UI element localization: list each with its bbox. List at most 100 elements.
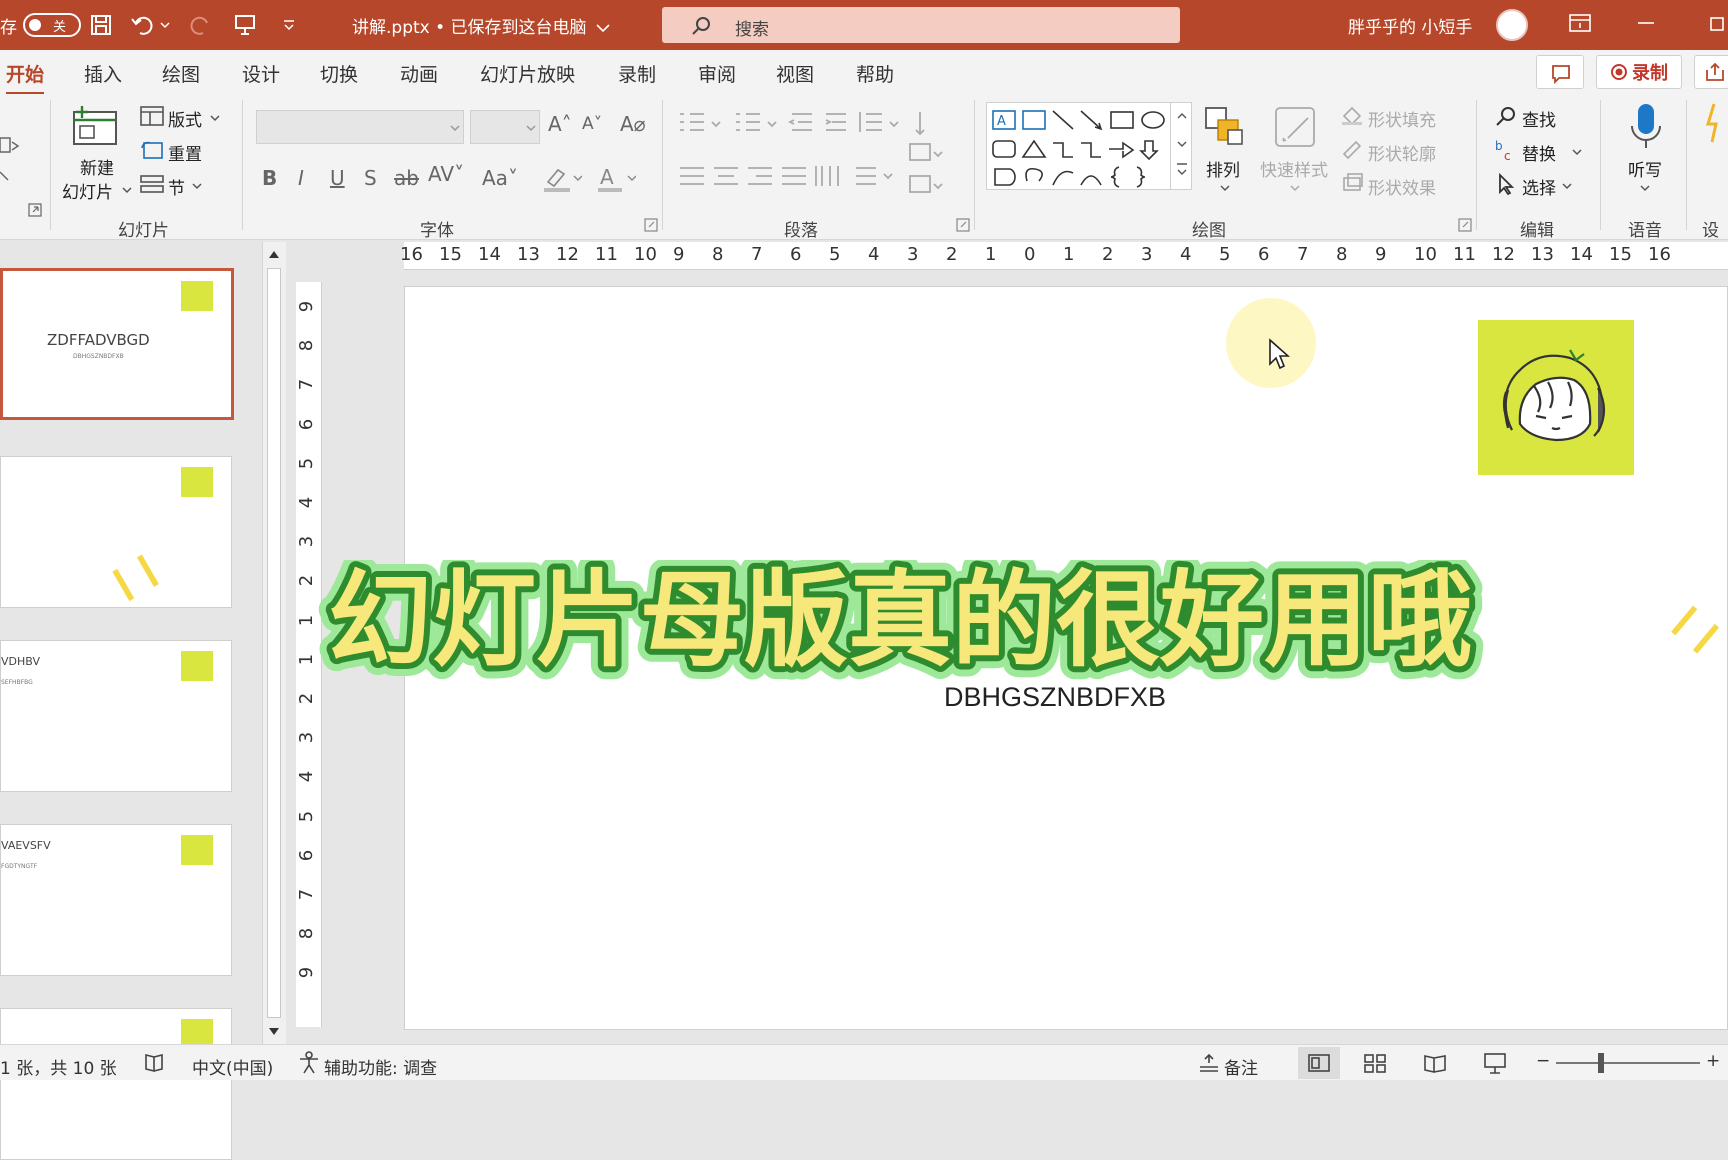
share-button[interactable] [1694, 55, 1728, 89]
ribbon-display-options-icon[interactable] [1568, 12, 1596, 38]
slide-sorter-icon[interactable] [1362, 1051, 1388, 1075]
highlight-color-icon[interactable] [542, 164, 582, 192]
accessibility-status[interactable]: 辅助功能: 调查 [324, 1054, 437, 1079]
arrange-dropdown-icon[interactable] [1220, 184, 1230, 192]
dictate-button[interactable]: 听写 [1628, 156, 1662, 181]
shape-effects-button[interactable]: 形状效果 [1368, 174, 1436, 199]
comments-button[interactable] [1536, 55, 1584, 89]
paragraph-launcher-icon[interactable] [956, 218, 970, 232]
font-color-icon[interactable]: A [596, 164, 636, 192]
present-from-start-icon[interactable] [230, 10, 260, 40]
zoom-out-icon[interactable]: − [1536, 1051, 1550, 1071]
tab-animations[interactable]: 动画 [400, 60, 438, 87]
document-title[interactable]: 讲解.pptx • 已保存到这台电脑 [352, 13, 610, 38]
tab-design[interactable]: 设计 [242, 60, 280, 87]
section-button[interactable]: 节 [168, 174, 185, 199]
tab-draw[interactable]: 绘图 [162, 60, 200, 87]
hruler-label: 8 [1336, 244, 1348, 265]
tab-record[interactable]: 录制 [618, 60, 656, 87]
autosave[interactable]: 存 关 [0, 12, 81, 38]
arrange-button[interactable]: 排列 [1206, 156, 1240, 181]
minimize-icon[interactable] [1636, 12, 1664, 38]
section-dropdown-icon[interactable] [192, 182, 202, 190]
new-slide-dropdown-icon[interactable] [122, 186, 132, 194]
clear-formatting-icon[interactable]: A⌀ [620, 112, 646, 136]
scroll-up-icon[interactable] [267, 248, 281, 260]
new-slide-label-1[interactable]: 新建 [80, 154, 114, 179]
vruler-label: 2 [296, 692, 318, 705]
slide-logo-image[interactable] [1478, 320, 1634, 475]
undo-icon[interactable] [128, 10, 158, 40]
customize-toolbar-icon[interactable] [274, 10, 304, 40]
zoom-slider-thumb[interactable] [1598, 1053, 1604, 1073]
tab-slideshow[interactable]: 幻灯片放映 [480, 60, 575, 87]
shapes-gallery[interactable]: A [986, 102, 1192, 190]
shape-fill-button[interactable]: 形状填充 [1368, 106, 1436, 131]
tab-help[interactable]: 帮助 [856, 60, 894, 87]
slide-thumbnail-4[interactable]: VAEVSFV FGDTYNGTF [0, 824, 232, 976]
designer-icon[interactable] [1704, 102, 1728, 152]
character-spacing-icon[interactable]: AV˅ [428, 162, 464, 186]
undo-dropdown-icon[interactable] [158, 10, 172, 40]
quick-styles-button[interactable]: 快速样式 [1260, 156, 1328, 181]
slideshow-view-icon[interactable] [1482, 1051, 1508, 1075]
layout-dropdown-icon[interactable] [210, 114, 220, 122]
replace-icon: bc [1495, 139, 1511, 162]
normal-view-icon[interactable] [1306, 1051, 1332, 1075]
scroll-down-icon[interactable] [267, 1026, 281, 1038]
change-case-icon[interactable]: Aa˅ [482, 166, 518, 190]
replace-dropdown-icon[interactable] [1572, 148, 1582, 156]
font-name-dropdown-icon[interactable] [450, 124, 460, 132]
vruler-label: 7 [296, 379, 318, 391]
reading-view-icon[interactable] [1422, 1051, 1448, 1075]
spelling-check-icon[interactable] [142, 1051, 168, 1075]
italic-icon[interactable]: I [298, 166, 304, 190]
autosave-toggle[interactable]: 关 [23, 13, 81, 37]
language-indicator[interactable]: 中文(中国) [192, 1054, 273, 1079]
user-avatar[interactable] [1496, 9, 1528, 41]
replace-button[interactable]: 替换 [1522, 140, 1556, 165]
restore-icon[interactable] [1708, 12, 1728, 38]
quick-styles-dropdown-icon[interactable] [1290, 184, 1300, 192]
shape-outline-button[interactable]: 形状轮廓 [1368, 140, 1436, 165]
shadow-icon[interactable]: S [364, 166, 377, 190]
paste-options-icon[interactable] [0, 134, 20, 181]
bold-icon[interactable]: B [262, 166, 277, 190]
clipboard-launcher-icon[interactable] [28, 202, 42, 217]
user-name[interactable]: 胖乎乎的 小短手 [1348, 13, 1472, 38]
font-launcher-icon[interactable] [644, 218, 658, 232]
svg-text:A: A [600, 165, 614, 189]
tab-review[interactable]: 审阅 [698, 60, 736, 87]
strikethrough-icon[interactable]: ab [394, 166, 419, 190]
select-button[interactable]: 选择 [1522, 174, 1556, 199]
notes-button[interactable]: 备注 [1224, 1054, 1258, 1079]
underline-icon[interactable]: U [330, 166, 345, 190]
redo-icon[interactable] [186, 10, 216, 40]
tab-home[interactable]: 开始 [6, 60, 45, 95]
find-button[interactable]: 查找 [1522, 106, 1556, 131]
slide-thumbnail-5[interactable] [0, 1008, 232, 1160]
font-name-combo[interactable] [256, 110, 464, 144]
slide-thumbnail-1[interactable]: ZDFFADVBGD DBHGSZNBDFXB [0, 268, 234, 420]
layout-button[interactable]: 版式 [168, 106, 202, 131]
decrease-font-icon[interactable]: A˅ [582, 114, 602, 134]
record-button[interactable]: 录制 [1596, 55, 1682, 89]
drawing-launcher-icon[interactable] [1458, 218, 1472, 232]
new-slide-icon[interactable] [70, 104, 122, 148]
select-dropdown-icon[interactable] [1562, 182, 1572, 190]
paragraph-controls[interactable] [676, 108, 956, 212]
tab-transitions[interactable]: 切换 [320, 60, 358, 87]
zoom-slider-track[interactable] [1556, 1062, 1700, 1064]
search-box[interactable]: 搜索 [662, 7, 1180, 43]
reset-button[interactable]: 重置 [168, 140, 202, 165]
font-size-dropdown-icon[interactable] [526, 124, 536, 132]
tab-insert[interactable]: 插入 [84, 60, 122, 87]
new-slide-label-2[interactable]: 幻灯片 [62, 178, 113, 203]
zoom-in-icon[interactable]: + [1706, 1051, 1720, 1071]
slide-subtitle[interactable]: DBHGSZNBDFXB [944, 682, 1166, 713]
shapes-gallery-scroll[interactable] [1170, 102, 1192, 190]
increase-font-icon[interactable]: A˄ [548, 112, 572, 136]
tab-view[interactable]: 视图 [776, 60, 814, 87]
dictate-dropdown-icon[interactable] [1640, 184, 1650, 192]
save-icon[interactable] [86, 10, 116, 40]
